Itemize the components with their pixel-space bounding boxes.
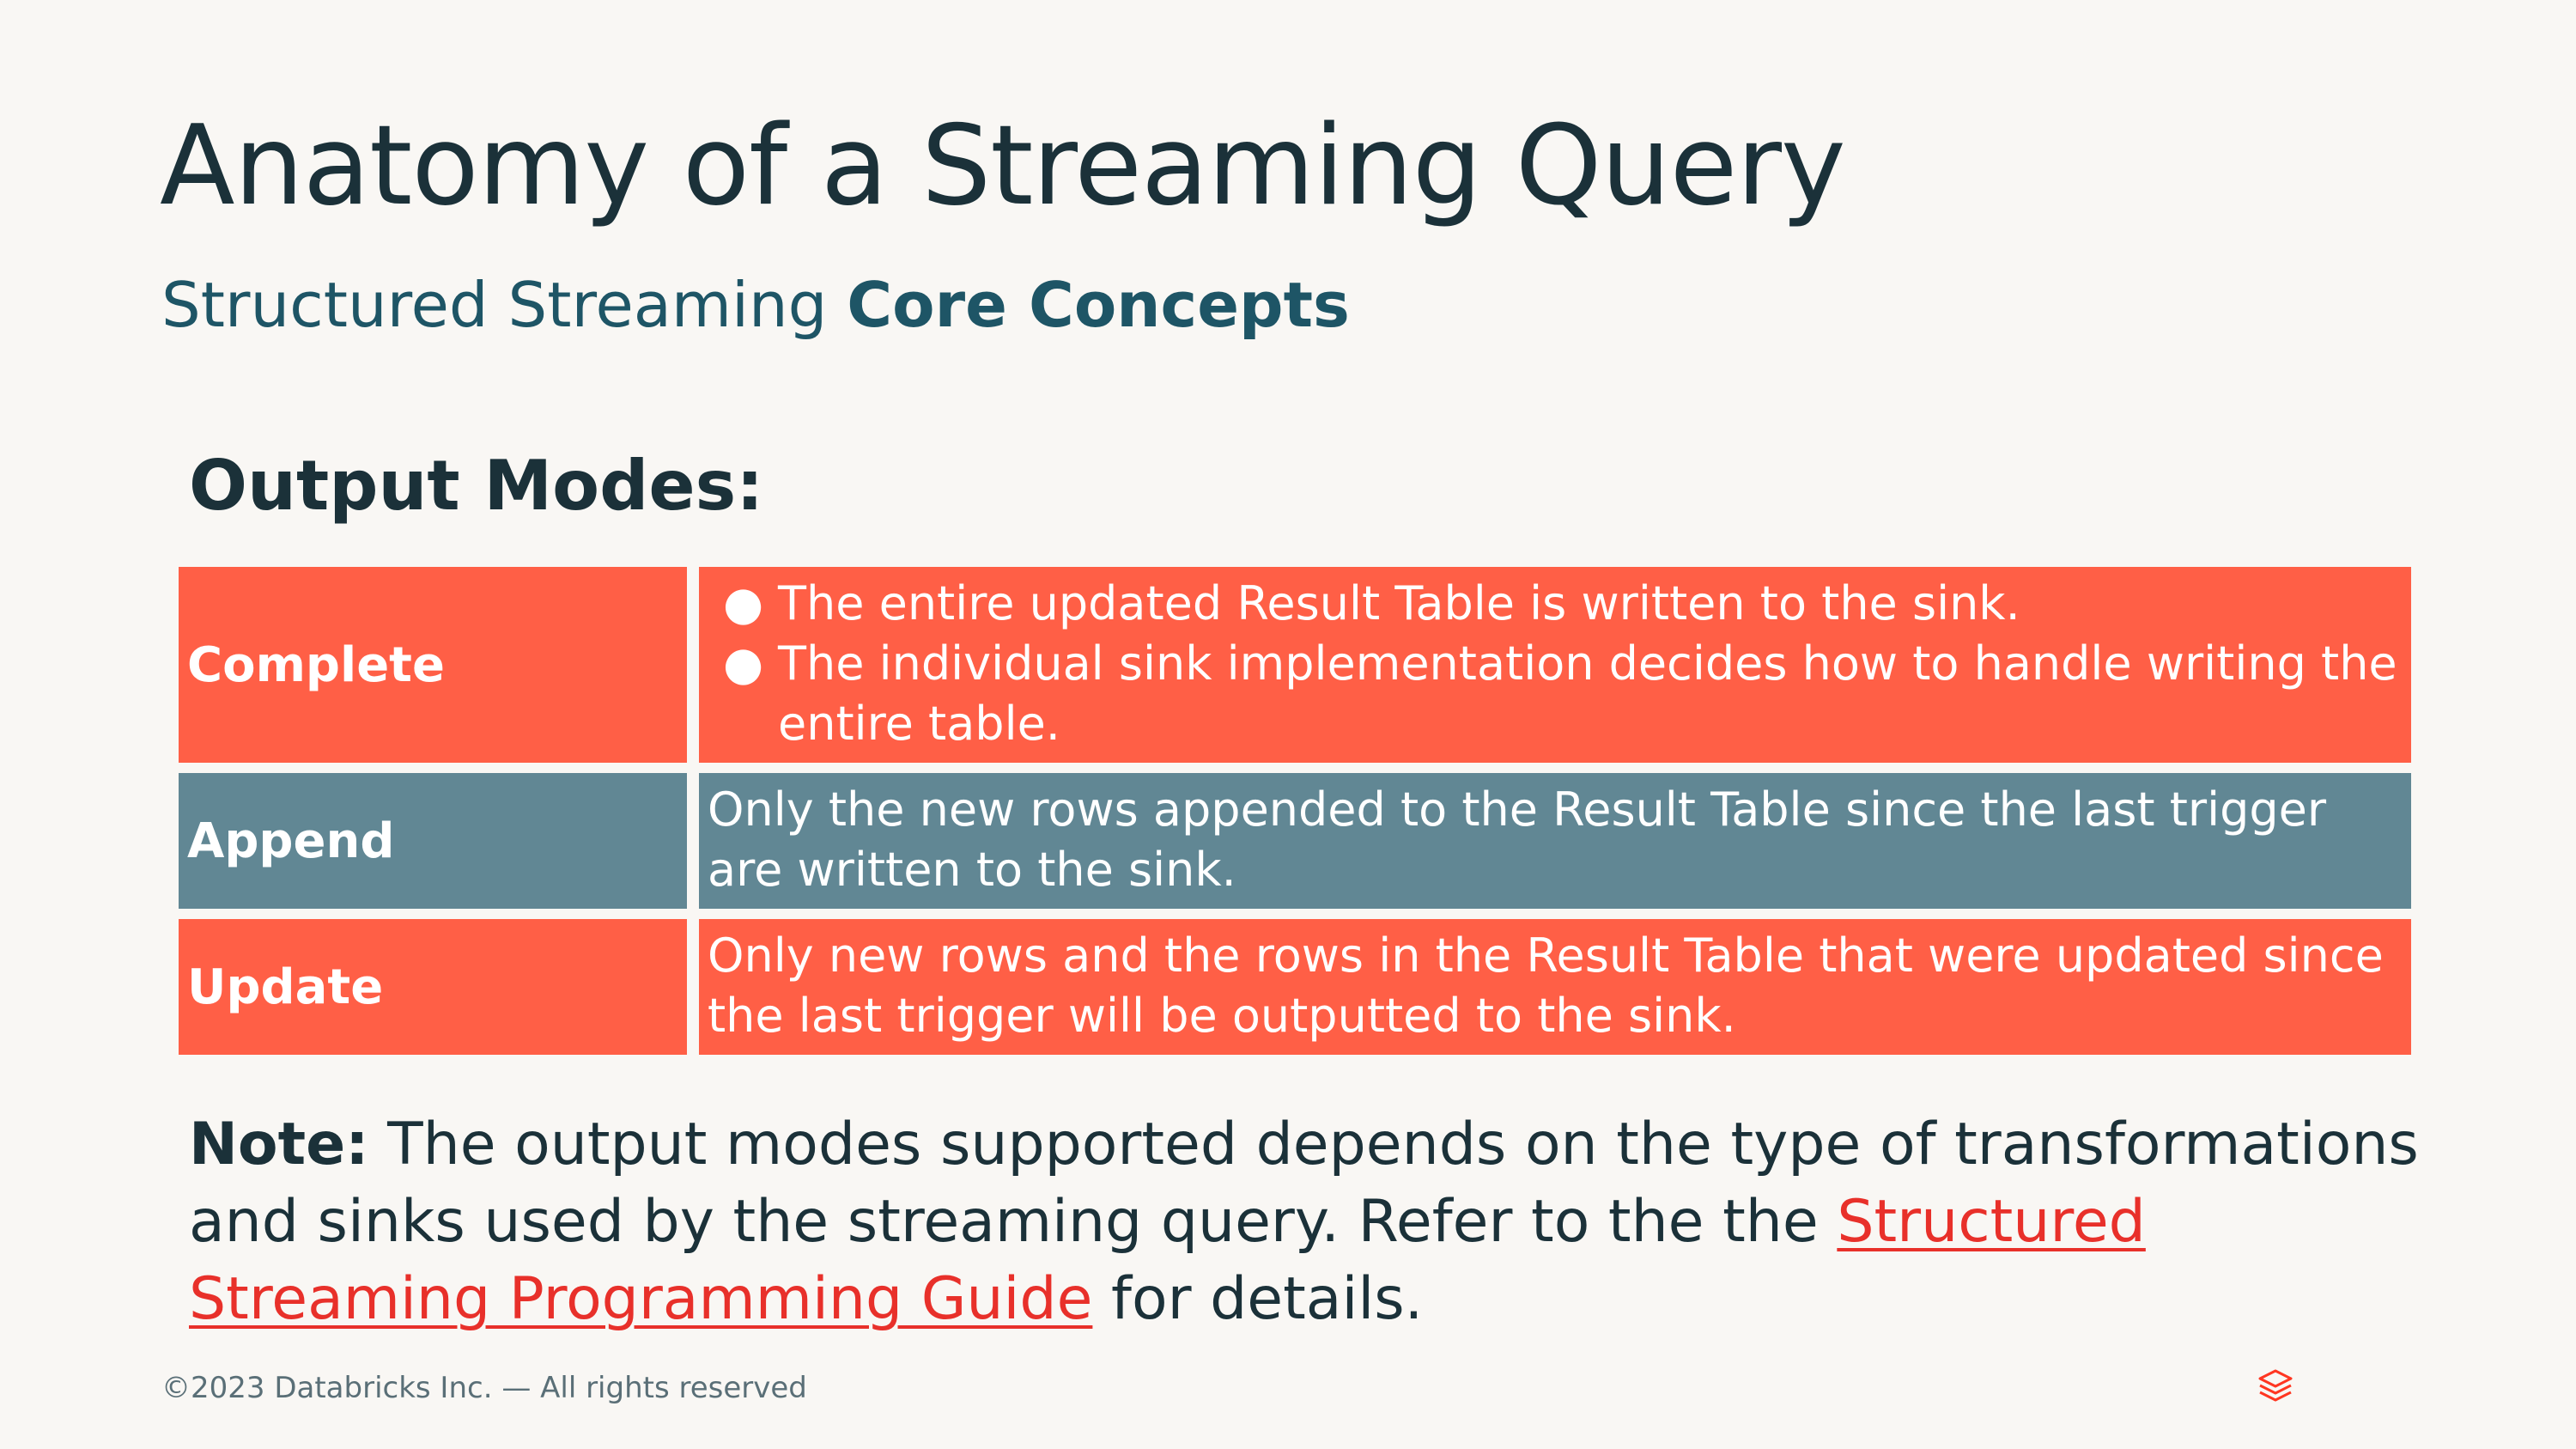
mode-row-update: Update Only new rows and the rows in the… [179, 919, 2411, 1055]
mode-name-append: Append [179, 773, 687, 909]
bullet-icon: ● [723, 576, 764, 630]
list-item: ● The entire updated Result Table is writ… [723, 574, 2403, 634]
output-modes-table: Complete ● The entire updated Result Tabl… [179, 567, 2411, 1065]
mode-desc-complete: ● The entire updated Result Table is writ… [699, 567, 2411, 763]
note-paragraph: Note: The output modes supported depends… [189, 1106, 2456, 1338]
subtitle-regular: Structured Streaming [161, 269, 848, 341]
slide-title: Anatomy of a Streaming Query [160, 102, 1846, 230]
mode-row-complete: Complete ● The entire updated Result Tabl… [179, 567, 2411, 763]
mode-row-append: Append Only the new rows appended to the… [179, 773, 2411, 909]
subtitle-bold: Core Concepts [847, 269, 1350, 341]
note-text-after: for details. [1092, 1265, 1424, 1333]
databricks-logo-icon [2258, 1369, 2293, 1402]
output-modes-heading: Output Modes: [189, 446, 764, 526]
complete-bullet-list: ● The entire updated Result Table is writ… [708, 574, 2403, 754]
slide-subtitle: Structured Streaming Core Concepts [161, 268, 1350, 342]
bullet-text: The individual sink implementation decid… [778, 636, 2397, 751]
note-label: Note: [189, 1111, 369, 1178]
bullet-icon: ● [723, 636, 764, 691]
mode-desc-update: Only new rows and the rows in the Result… [699, 919, 2411, 1055]
mode-name-complete: Complete [179, 567, 687, 763]
list-item: ● The individual sink implementation deci… [723, 634, 2403, 754]
mode-name-update: Update [179, 919, 687, 1055]
bullet-text: The entire updated Result Table is writt… [778, 576, 2020, 630]
mode-desc-append: Only the new rows appended to the Result… [699, 773, 2411, 909]
copyright-footer: ©2023 Databricks Inc. — All rights reser… [161, 1371, 807, 1405]
